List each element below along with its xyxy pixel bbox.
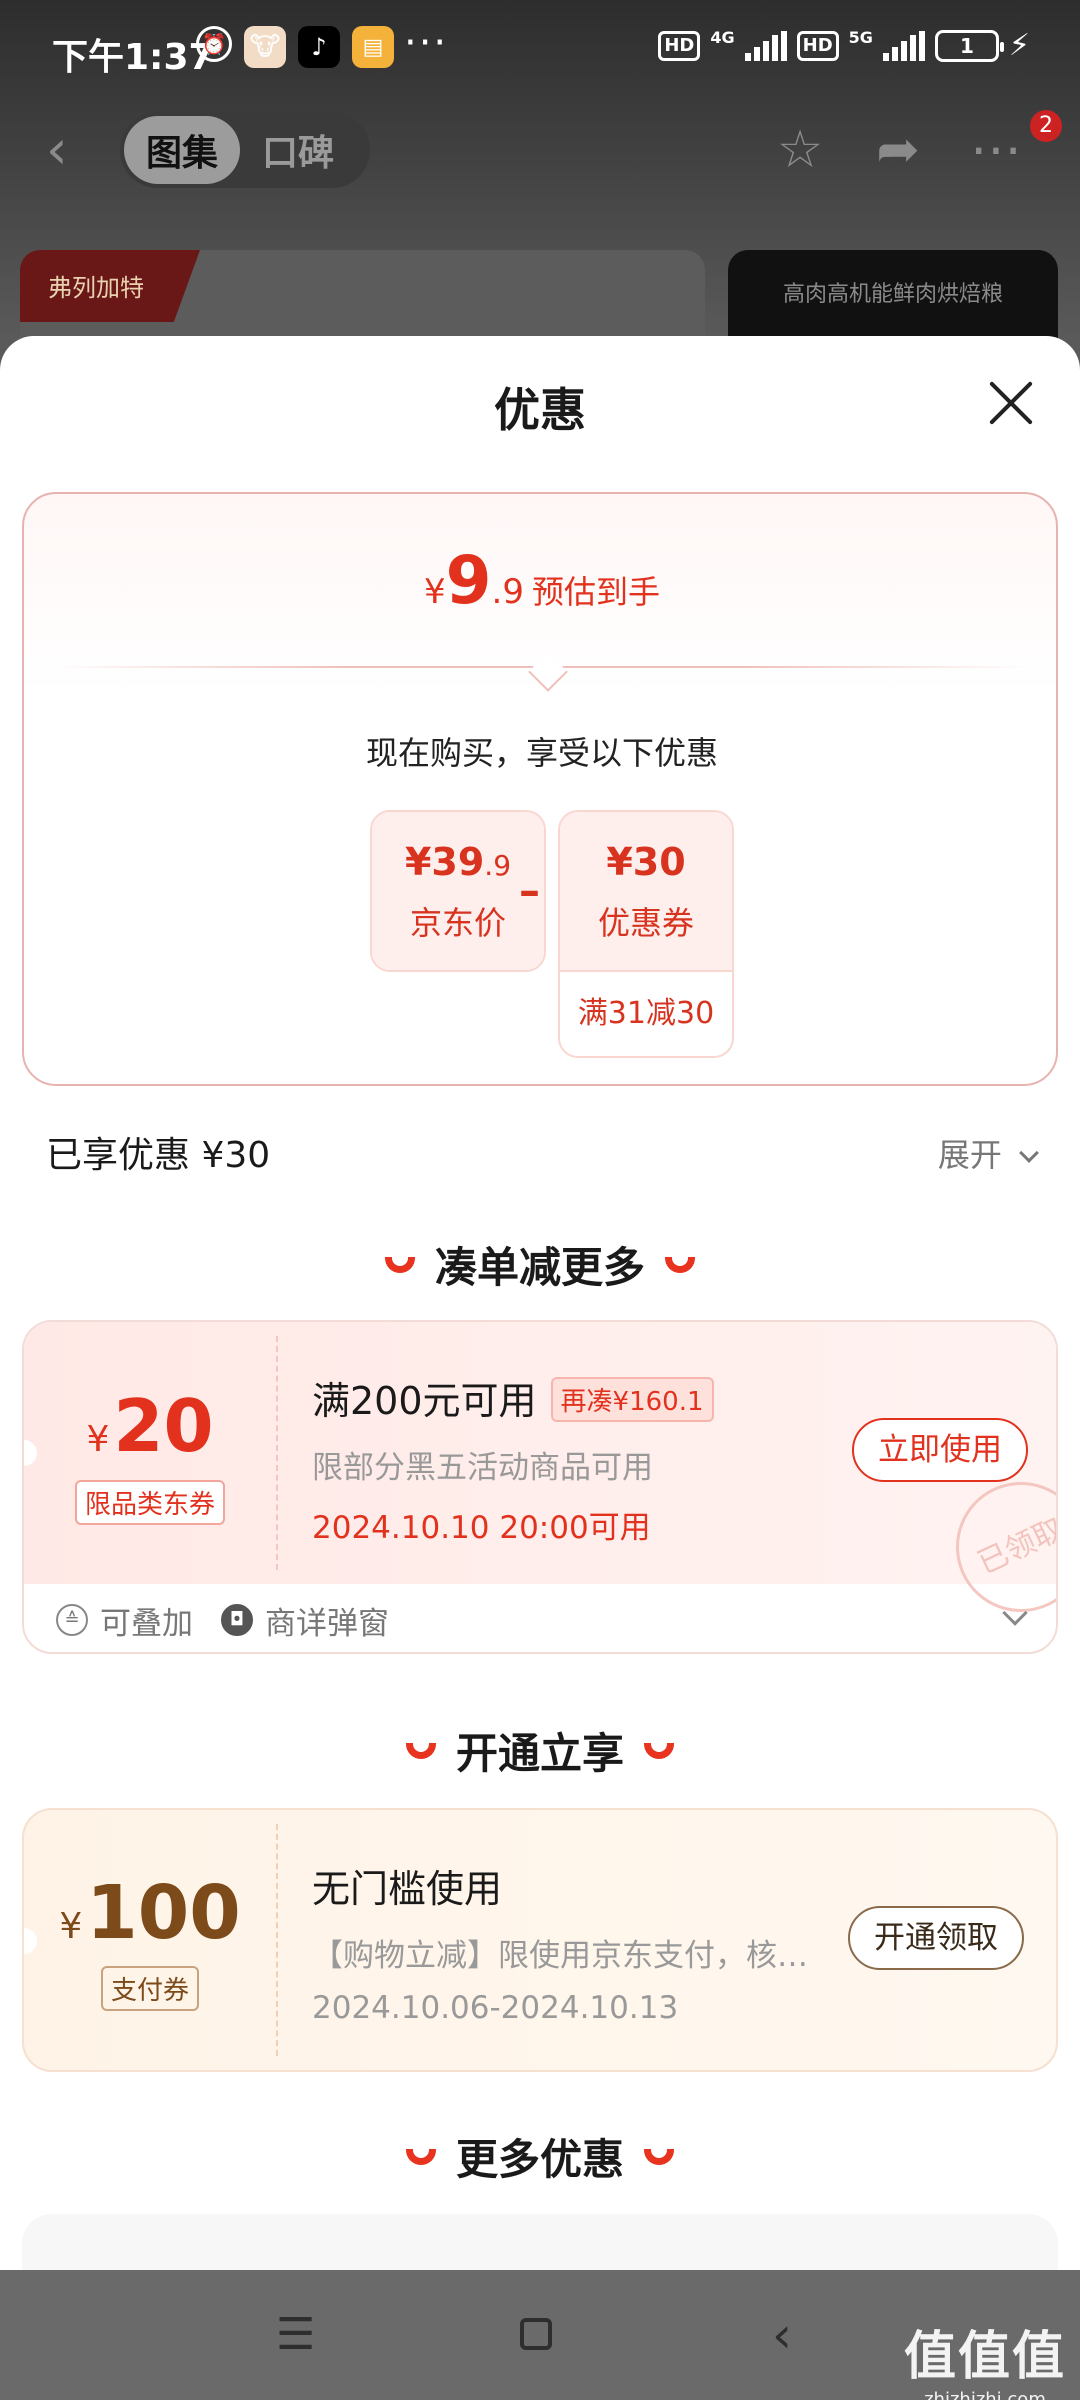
discount-sheet: 优惠 ¥9.9 预估到手 现在购买，享受以下优惠 ¥39.9 京东价 – ¥30 … [0, 336, 1080, 2270]
coupon-description: 【购物立减】限使用京东支付，核… [312, 1938, 808, 1974]
network-type-2: 5G [848, 28, 873, 47]
coupon-amount: ¥100 [24, 1870, 276, 1956]
more-menu-button[interactable]: ⋯ [966, 120, 1026, 180]
coupon-title: 满200元可用 再凑¥160.1 [312, 1370, 714, 1426]
coupon-amount-value: 20 [113, 1384, 214, 1468]
coupon-value-area: ¥100 支付券 [24, 1810, 276, 2070]
coupon-amount-value: 100 [86, 1870, 241, 1956]
coupon-separator [276, 1336, 278, 1570]
close-icon[interactable] [986, 378, 1036, 428]
coupon-remaining-chip: 再凑¥160.1 [550, 1377, 714, 1422]
coupon-card-20: ¥20 限品类东券 满200元可用 再凑¥160.1 限部分黑五活动商品可用 20… [22, 1320, 1058, 1654]
status-app-icons: ⏰ 🐮 ♪ ▤ [196, 26, 394, 68]
coupon-deduct-label: 优惠券 [597, 904, 694, 942]
estimate-decimal: .9 [491, 572, 524, 612]
expand-button[interactable]: 展开 [937, 1130, 1039, 1176]
hd-icon-2: HD [796, 30, 839, 61]
status-more-icon: ··· [404, 20, 449, 66]
coupon-deduct-value: ¥30 [606, 840, 686, 884]
enjoyed-discount: 已享优惠 ¥30 [46, 1135, 271, 1176]
background-card-title: 高肉高机能鲜肉烘焙粮 [782, 282, 1003, 307]
estimate-currency: ¥ [423, 572, 446, 612]
signal-icon-2 [882, 30, 925, 61]
coupon-description: 限部分黑五活动商品可用 [312, 1450, 653, 1486]
jd-price-decimal: .9 [484, 849, 512, 882]
estimated-price: ¥9.9 预估到手 [24, 542, 1060, 619]
price-summary-card: ¥9.9 预估到手 现在购买，享受以下优惠 ¥39.9 京东价 – ¥30 优惠券… [22, 492, 1058, 1086]
smile-decoration-icon [384, 1256, 415, 1273]
smile-decoration-icon [665, 1256, 695, 1273]
watermark-url: zhizhizhi.com [924, 2389, 1046, 2400]
status-time: 下午1:37 [52, 37, 214, 78]
watermark-logo: 值值值 [903, 2327, 1066, 2387]
coupon-type-tag: 支付券 [100, 1966, 200, 2011]
more-discount-card[interactable] [22, 2214, 1058, 2270]
tab-switcher: 图集 口碑 [120, 112, 370, 188]
menu-icon[interactable]: ☰ [276, 2308, 315, 2362]
app-notification-icon: 🐮 [244, 26, 286, 68]
tiktok-icon: ♪ [298, 26, 340, 68]
home-button[interactable] [520, 2318, 552, 2350]
expand-label: 展开 [937, 1136, 1002, 1174]
buy-now-text: 现在购买，享受以下优惠 [365, 734, 718, 772]
network-type-1: 4G [710, 28, 735, 47]
charging-icon: ⚡ [1008, 28, 1030, 63]
signal-icon [744, 30, 787, 61]
section-heading-more-discounts: 更多优惠 [0, 2126, 1080, 2187]
estimate-integer: 9 [445, 542, 492, 619]
hd-icon: HD [658, 30, 701, 61]
status-indicators: HD 4G HD 5G 1 ⚡ [658, 28, 1030, 63]
smile-decoration-icon [644, 2148, 674, 2165]
coupon-currency: ¥ [86, 1419, 110, 1460]
brand-logo-text: 弗列加特 [48, 274, 144, 302]
battery-icon: 1 [934, 29, 1004, 62]
coupon-valid-time: 2024.10.10 20:00可用 [312, 1510, 651, 1546]
share-icon[interactable]: ➦ [868, 120, 928, 180]
site-watermark: 值值值 zhizhizhi.com [904, 2314, 1066, 2400]
alarm-icon: ⏰ [196, 26, 232, 62]
use-now-button[interactable]: 立即使用 [852, 1418, 1028, 1482]
smile-decoration-icon [405, 1742, 436, 1759]
chevron-down-icon [1019, 1143, 1039, 1163]
status-bar: 下午1:37 ⏰ 🐮 ♪ ▤ ··· HD 4G HD 5G 1 ⚡ [0, 0, 1080, 100]
estimate-label: 预估到手 [532, 573, 661, 611]
open-claim-button[interactable]: 开通领取 [848, 1906, 1024, 1970]
back-nav-icon[interactable]: ‹ [772, 2308, 792, 2362]
notification-badge: 2 [1030, 110, 1062, 142]
section-heading-more-orders: 凑单减更多 [0, 1234, 1080, 1295]
coupon-deduct-box: ¥30 优惠券 满31减30 [558, 810, 734, 1058]
coupon-type-tag: 限品类东券 [74, 1480, 226, 1525]
top-nav: ‹ 图集 口碑 ☆ ➦ ⋯ 2 [0, 100, 1080, 200]
coupon-amount: ¥20 [24, 1384, 276, 1468]
coupon-body: ¥20 限品类东券 满200元可用 再凑¥160.1 限部分黑五活动商品可用 20… [24, 1322, 1056, 1634]
message-app-icon: ▤ [352, 26, 394, 68]
section-heading-open-enjoy: 开通立享 [0, 1720, 1080, 1781]
tab-gallery[interactable]: 图集 [124, 116, 241, 184]
sheet-title: 优惠 [494, 383, 586, 437]
stack-icon: ≙ [56, 1604, 88, 1636]
coupon-value-area: ¥20 限品类东券 [24, 1322, 276, 1584]
back-button[interactable]: ‹ [46, 120, 90, 180]
coupon-condition: 满31减30 [560, 970, 732, 1056]
smile-decoration-icon [405, 2148, 436, 2165]
favorite-star-icon[interactable]: ☆ [770, 120, 830, 180]
minus-sign: – [519, 866, 540, 915]
coupon-footer: ≙ 可叠加 ◘ 商详弹窗 [24, 1584, 1056, 1652]
popup-info: ◘ 商详弹窗 [221, 1598, 389, 1643]
divider-notch [528, 652, 568, 692]
coupon-currency: ¥ [59, 1906, 83, 1947]
smile-decoration-icon [644, 1742, 674, 1759]
jd-price-value: ¥39 [404, 840, 485, 884]
coupon-valid-time: 2024.10.06-2024.10.13 [312, 1990, 679, 2026]
coupon-separator [276, 1824, 278, 2056]
ticket-icon: ◘ [221, 1604, 253, 1636]
tab-reviews[interactable]: 口碑 [240, 116, 356, 184]
chevron-down-icon[interactable] [1002, 1600, 1028, 1626]
coupon-card-100: ¥100 支付券 无门槛使用 【购物立减】限使用京东支付，核… 2024.10.… [22, 1808, 1058, 2072]
coupon-title: 无门槛使用 [312, 1867, 503, 1911]
stackable-info: ≙ 可叠加 [56, 1598, 193, 1643]
